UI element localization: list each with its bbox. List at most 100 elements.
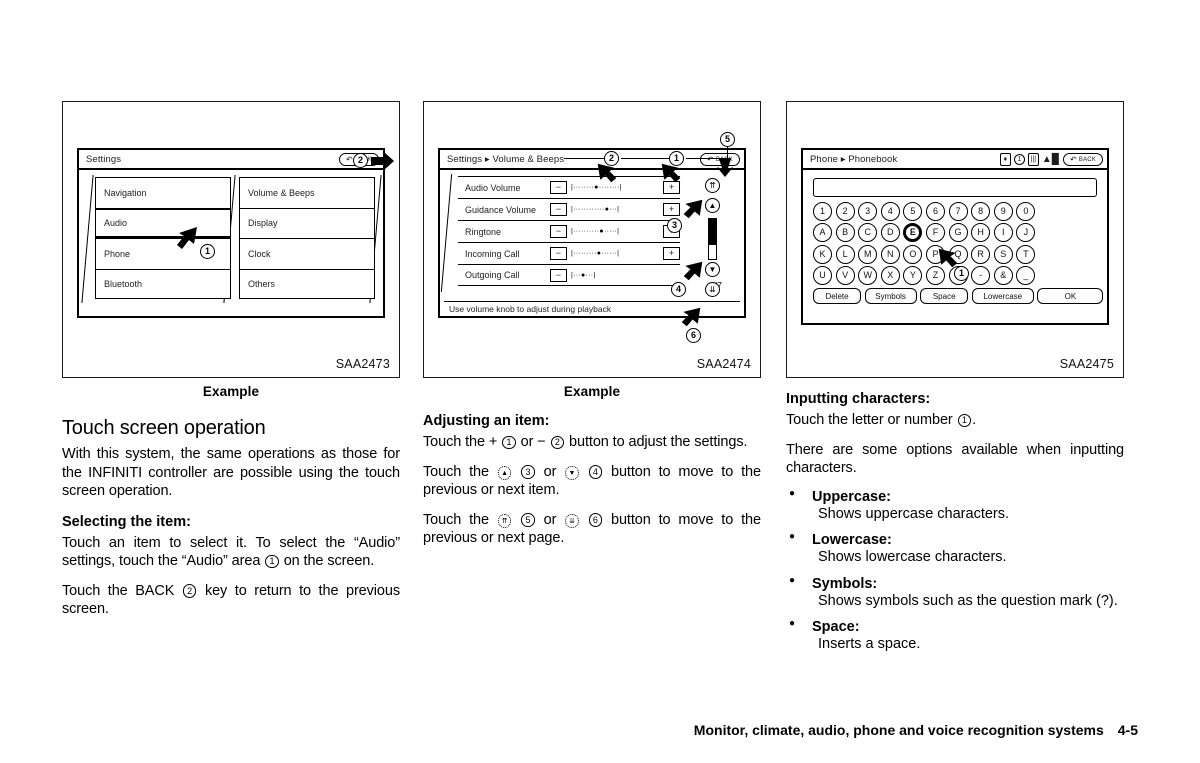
key-o[interactable]: O: [903, 244, 923, 264]
plus-button[interactable]: +: [663, 203, 680, 216]
pointer-arrow-item-up: [683, 199, 703, 219]
key-s[interactable]: S: [993, 244, 1013, 264]
paragraph-back: Touch the BACK 2 key to return to the pr…: [62, 582, 400, 619]
screen-title-text-3: Phone ▸ Phonebook: [810, 153, 898, 165]
page-title: Touch screen operation: [62, 417, 266, 439]
minus-button[interactable]: −: [550, 247, 567, 260]
key-e[interactable]: E: [903, 223, 923, 243]
key-j[interactable]: J: [1016, 223, 1036, 243]
device-screen-volume: Settings ▸ Volume & Beeps ↶ BACK Audio V…: [438, 148, 746, 318]
key-y[interactable]: Y: [903, 266, 923, 286]
row-guidance-volume[interactable]: Guidance Volume − |············●···| +: [458, 198, 680, 220]
signal-icon: ▲█: [1041, 153, 1059, 165]
item-up-button[interactable]: ▲: [705, 198, 720, 213]
marker-2-inline: 2: [182, 584, 197, 598]
level-bar: |············●···|: [571, 206, 620, 213]
sidebar-item-clock[interactable]: Clock: [239, 238, 375, 269]
key-g[interactable]: G: [948, 223, 968, 243]
key-9[interactable]: 9: [993, 202, 1013, 221]
key-a[interactable]: A: [813, 223, 832, 243]
key-x[interactable]: X: [880, 266, 900, 286]
delete-button[interactable]: Delete: [813, 288, 861, 305]
paragraph-page-move: Touch the ⇈ 5 or ⇊ 6 button to move to t…: [423, 511, 761, 548]
key-v[interactable]: V: [835, 266, 855, 286]
key-b[interactable]: B: [835, 223, 855, 243]
pointer-arrow-minus: [597, 163, 617, 183]
space-button[interactable]: Space: [920, 288, 969, 305]
page-up-button[interactable]: ⇈: [705, 178, 720, 193]
key-underscore[interactable]: _: [1016, 266, 1036, 286]
key-ampersand[interactable]: &: [993, 266, 1013, 286]
key-7[interactable]: 7: [948, 202, 968, 221]
key-3[interactable]: 3: [858, 202, 878, 221]
option-desc-uppercase: Shows uppercase characters.: [818, 505, 1010, 522]
item-text-a: Touch the: [423, 463, 489, 480]
volume-rows-body: Audio Volume − |········●········| + Gui…: [440, 172, 744, 316]
sidebar-item-bluetooth[interactable]: Bluetooth: [95, 268, 231, 299]
key-4[interactable]: 4: [880, 202, 900, 221]
level-bar: |···●···|: [571, 271, 596, 279]
key-u[interactable]: U: [813, 266, 832, 286]
key-i[interactable]: I: [993, 223, 1013, 243]
key-2[interactable]: 2: [835, 202, 855, 221]
key-8[interactable]: 8: [971, 202, 991, 221]
device-screen-phonebook: Phone ▸ Phonebook ♦ 1 ||| ▲█ ↶ BACK 1 2 …: [801, 148, 1109, 325]
key-f[interactable]: F: [925, 223, 945, 243]
minus-button[interactable]: −: [550, 225, 567, 238]
return-arrow-icon-3: ↶: [1069, 154, 1077, 164]
key-n[interactable]: N: [880, 244, 900, 264]
row-outgoing-call[interactable]: Outgoing Call − |···●···|: [458, 264, 680, 286]
key-m[interactable]: M: [858, 244, 878, 264]
minus-button[interactable]: −: [550, 268, 567, 282]
symbols-button[interactable]: Symbols: [864, 288, 917, 305]
back-text-a: Touch the BACK: [62, 582, 175, 599]
item-down-button[interactable]: ▼: [705, 262, 720, 277]
row-label: Guidance Volume: [465, 204, 537, 215]
ok-button[interactable]: OK: [1037, 288, 1104, 305]
key-c[interactable]: C: [858, 223, 878, 243]
minus-button[interactable]: −: [550, 181, 567, 194]
pointer-arrow-plus: [661, 163, 681, 183]
sidebar-item-others[interactable]: Others: [239, 268, 375, 299]
page-down-button[interactable]: ⇊: [705, 282, 720, 297]
sidebar-item-volume-beeps[interactable]: Volume & Beeps: [239, 177, 375, 208]
key-t[interactable]: T: [1016, 244, 1036, 264]
key-5[interactable]: 5: [903, 202, 923, 221]
key-6[interactable]: 6: [925, 202, 945, 221]
lowercase-button[interactable]: Lowercase: [971, 288, 1034, 305]
sidebar-item-navigation[interactable]: Navigation: [95, 177, 231, 208]
key-z[interactable]: Z: [925, 266, 945, 286]
settings-list-left: Navigation Audio Phone Bluetooth: [95, 177, 231, 299]
key-0[interactable]: 0: [1016, 202, 1036, 221]
option-desc-lowercase: Shows lowercase characters.: [818, 549, 1007, 566]
heading-adjusting-item: Adjusting an item:: [423, 413, 550, 429]
key-h[interactable]: H: [971, 223, 991, 243]
screen-title-bar-2: Settings ▸ Volume & Beeps ↶ BACK: [440, 150, 744, 170]
row-audio-volume[interactable]: Audio Volume − |········●········| +: [458, 176, 680, 198]
scrollbar-track[interactable]: [708, 218, 717, 260]
row-ringtone[interactable]: Ringtone − |··········●·····| +: [458, 220, 680, 242]
row-incoming-call[interactable]: Incoming Call − |·········●······| +: [458, 242, 680, 264]
callout-5: 5: [720, 132, 735, 147]
key-w[interactable]: W: [858, 266, 878, 286]
sidebar-item-display[interactable]: Display: [239, 207, 375, 238]
figure-caption-2: Example: [563, 384, 621, 399]
option-desc-symbols: Shows symbols such as the question mark …: [818, 592, 1118, 609]
back-key-3[interactable]: ↶ BACK: [1063, 153, 1103, 166]
key-d[interactable]: D: [880, 223, 900, 243]
minus-button[interactable]: −: [550, 203, 567, 216]
key-k[interactable]: K: [813, 244, 832, 264]
sidebar-item-audio[interactable]: Audio: [95, 207, 231, 238]
plus-button[interactable]: +: [663, 247, 680, 260]
lead-line-2: [564, 158, 606, 160]
row-label: Incoming Call: [465, 248, 520, 259]
scrollbar-thumb[interactable]: [709, 219, 716, 245]
adjust-text-b: or −: [520, 434, 546, 450]
key-1[interactable]: 1: [813, 202, 832, 221]
key-r[interactable]: R: [971, 244, 991, 264]
key-l[interactable]: L: [835, 244, 855, 264]
option-name-symbols: Symbols:: [786, 575, 1124, 592]
figure-settings-menu: Settings ↶ BACK Navigation Audio Phone B…: [62, 101, 400, 378]
key-hyphen[interactable]: -: [971, 266, 991, 286]
text-entry-field[interactable]: [813, 178, 1097, 197]
